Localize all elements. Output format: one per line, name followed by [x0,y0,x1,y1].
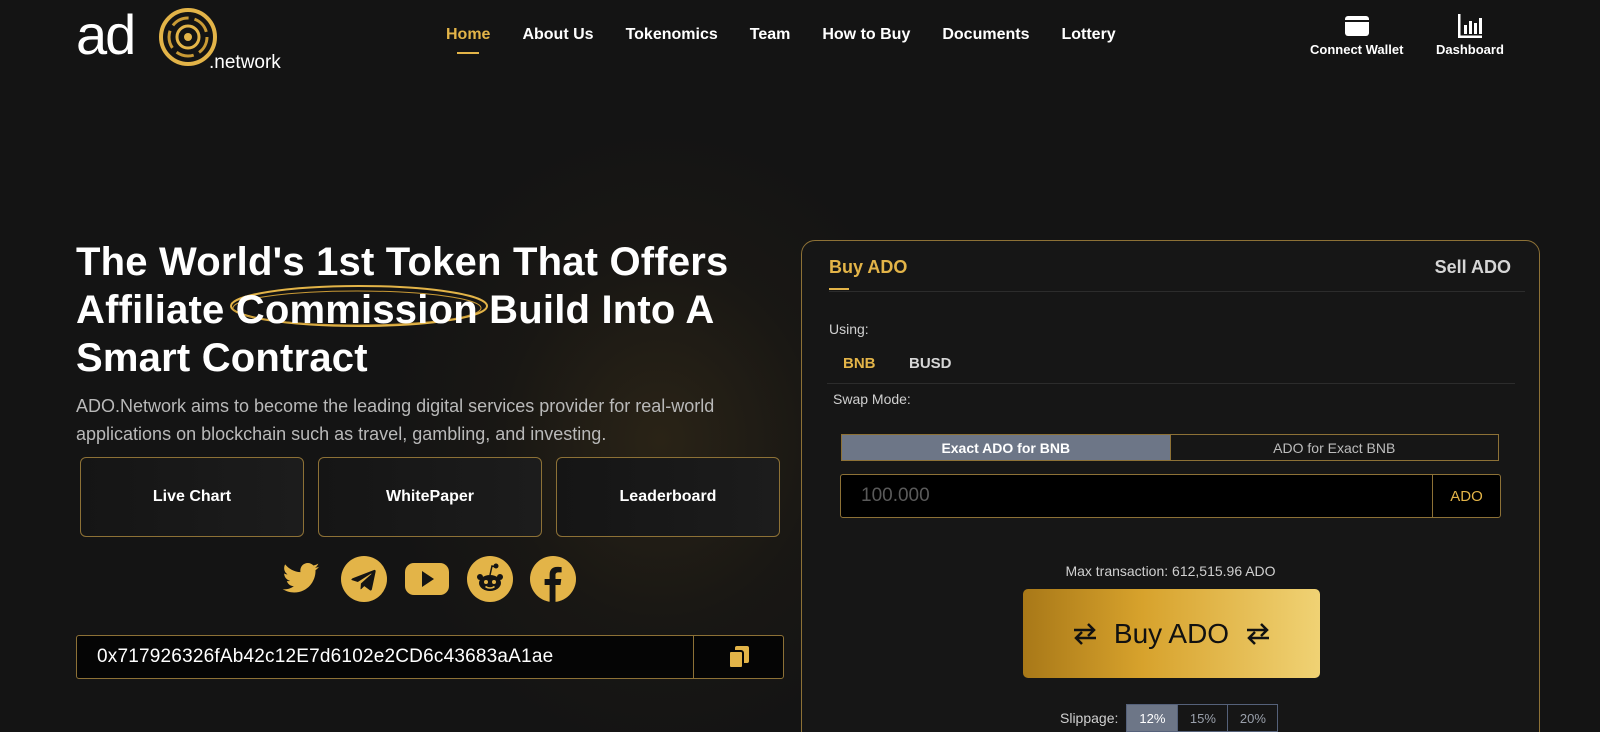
leaderboard-button[interactable]: Leaderboard [556,457,780,537]
main-nav: Home About Us Tokenomics Team How to Buy… [446,26,1148,44]
tab-buy-ado[interactable]: Buy ADO [829,257,907,290]
hero-title: The World's 1st Token That Offers Affili… [76,238,796,382]
contract-address[interactable]: 0x717926326fAb42c12E7d6102e2CD6c43683aA1… [77,646,693,668]
facebook-icon[interactable] [530,556,576,602]
swap-mode-label: Swap Mode: [833,391,911,407]
logo[interactable]: ad .network [76,8,296,72]
nav-home[interactable]: Home [446,26,490,44]
whitepaper-button[interactable]: WhitePaper [318,457,542,537]
slippage-label: Slippage: [1060,710,1119,726]
amount-field: ADO [840,474,1501,518]
amount-unit: ADO [1432,475,1500,517]
mode-ado-for-exact-bnb[interactable]: ADO for Exact BNB [1169,435,1499,460]
slippage-12[interactable]: 12% [1127,705,1178,731]
nav-documents[interactable]: Documents [942,26,1029,44]
currency-busd[interactable]: BUSD [909,355,952,372]
youtube-icon[interactable] [404,556,450,602]
buy-ado-button[interactable]: Buy ADO [1023,589,1320,678]
social-links [278,556,576,602]
nav-tokenomics[interactable]: Tokenomics [626,26,718,44]
connect-wallet-label: Connect Wallet [1310,42,1404,57]
svg-text:ad: ad [76,8,134,66]
mode-exact-ado-for-bnb[interactable]: Exact ADO for BNB [842,435,1170,460]
max-transaction: Max transaction: 612,515.96 ADO [1065,563,1276,579]
slippage-15[interactable]: 15% [1177,705,1227,731]
using-label: Using: [829,321,869,337]
dashboard-button[interactable]: Dashboard [1436,12,1504,57]
slippage-options: 12% 15% 20% [1126,704,1279,732]
divider [829,291,1525,292]
slippage-20[interactable]: 20% [1227,705,1277,731]
telegram-icon[interactable] [341,556,387,602]
nav-lottery[interactable]: Lottery [1061,26,1115,44]
swap-panel: Buy ADO Sell ADO Using: BNB BUSD Swap Mo… [801,240,1540,732]
hero-description: ADO.Network aims to become the leading d… [76,396,715,444]
connect-wallet-button[interactable]: Connect Wallet [1310,12,1403,57]
swap-mode-toggle: Exact ADO for BNB ADO for Exact BNB [841,434,1499,461]
live-chart-button[interactable]: Live Chart [80,457,304,537]
twitter-icon[interactable] [278,556,324,602]
bar-chart-icon [1457,14,1482,38]
reddit-icon[interactable] [467,556,513,602]
swap-arrows-icon [1073,622,1096,645]
copy-button[interactable] [693,636,783,678]
nav-team[interactable]: Team [750,26,791,44]
logo-mark: ad .network [76,8,281,72]
logo-suffix: .network [209,52,281,72]
wallet-icon [1344,16,1369,36]
copy-icon [727,646,749,669]
nav-about-us[interactable]: About Us [522,26,593,44]
amount-input[interactable] [841,475,1432,517]
buy-ado-label: Buy ADO [1113,617,1230,649]
tab-sell-ado[interactable]: Sell ADO [1435,257,1511,278]
hero-title-highlight: Commission [229,285,488,334]
divider [827,383,1515,384]
swap-arrows-icon [1247,622,1270,645]
currency-bnb[interactable]: BNB [843,355,876,372]
contract-address-box: 0x717926326fAb42c12E7d6102e2CD6c43683aA1… [76,635,784,679]
dashboard-label: Dashboard [1436,42,1504,57]
nav-how-to-buy[interactable]: How to Buy [822,26,910,44]
slippage-control: Slippage: 12% 15% 20% [1060,704,1279,732]
